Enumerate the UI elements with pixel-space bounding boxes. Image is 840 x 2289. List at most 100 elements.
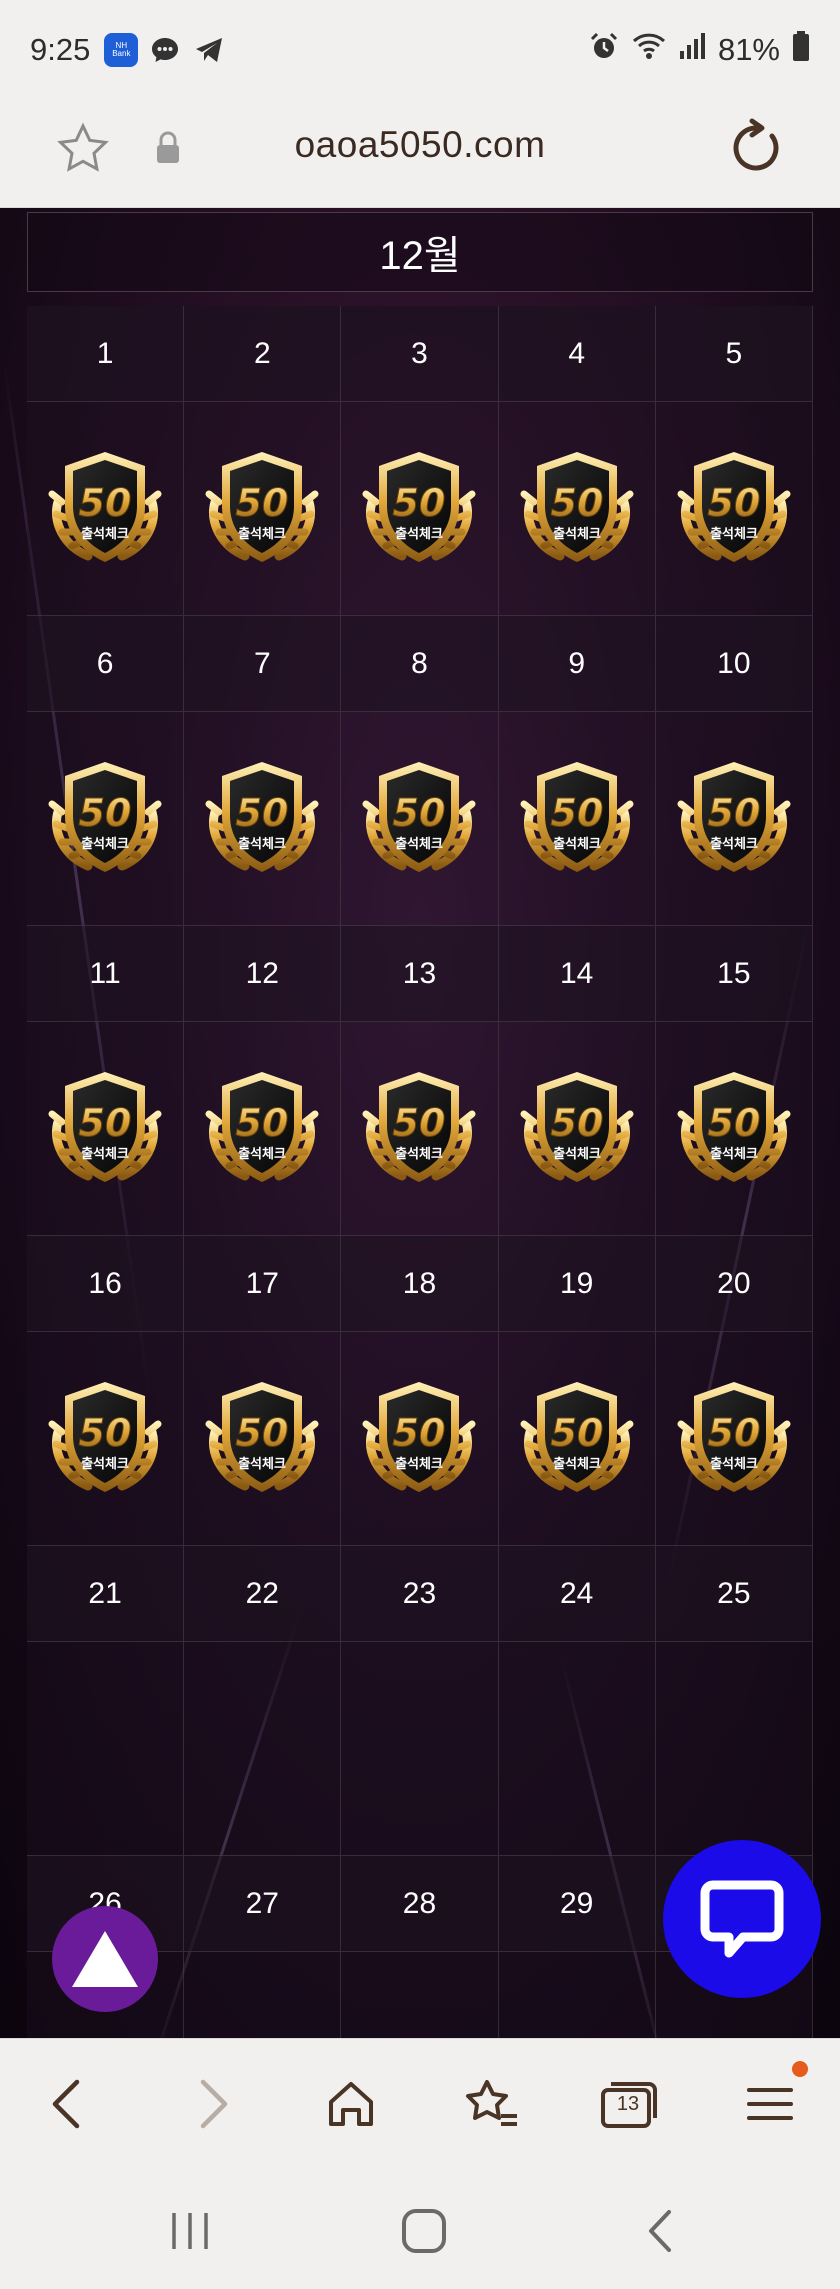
svg-text:50: 50: [236, 1411, 289, 1455]
calendar-day-header-row: 16 17 18 19 20: [27, 1236, 813, 1332]
svg-text:50: 50: [393, 1101, 446, 1145]
day-cell: 50 출석체크: [27, 1332, 185, 1546]
attendance-check-badge-icon: 50 출석체크: [669, 444, 799, 574]
browser-toolbar: 13: [0, 2038, 840, 2168]
svg-text:출석체크: 출석체크: [238, 526, 286, 542]
svg-text:출석체크: 출석체크: [396, 1146, 444, 1162]
day-number: 22: [184, 1546, 342, 1642]
day-cell: 50 출석체크: [184, 1332, 342, 1546]
attendance-check-badge-icon: 50 출석체크: [354, 444, 484, 574]
svg-text:출석체크: 출석체크: [553, 1146, 601, 1162]
day-cell: 50 출석체크: [655, 1332, 813, 1546]
svg-text:50: 50: [707, 1101, 760, 1145]
address-bar: oaoa5050.com: [0, 100, 840, 208]
day-cell: 50 출석체크: [341, 402, 499, 616]
svg-text:50: 50: [550, 1411, 603, 1455]
chat-icon: [700, 1880, 784, 1958]
battery-percent: 81%: [717, 32, 780, 67]
day-number: 9: [498, 616, 656, 712]
svg-text:50: 50: [236, 481, 289, 525]
svg-text:출석체크: 출석체크: [396, 836, 444, 852]
url-field[interactable]: oaoa5050.com: [0, 124, 840, 166]
attendance-calendar: 12345 50 출석체크 50 출석체크 50 출석체크 50 출석체크 50…: [27, 306, 813, 2038]
svg-text:출석체크: 출석체크: [81, 1146, 129, 1162]
day-cell: 50 출석체크: [27, 1022, 185, 1236]
signal-icon: [678, 31, 706, 69]
battery-icon: [792, 30, 810, 70]
svg-text:출석체크: 출석체크: [710, 836, 758, 852]
calendar-day-header-row: 21 22 23 24 25: [27, 1546, 813, 1642]
day-number: 5: [655, 306, 813, 402]
day-cell: 50 출석체크: [498, 402, 656, 616]
day-number: 19: [498, 1236, 656, 1332]
day-cell: 50 출석체크: [341, 1022, 499, 1236]
day-number: 20: [655, 1236, 813, 1332]
attendance-check-badge-icon: 50 출석체크: [40, 1064, 170, 1194]
svg-text:50: 50: [79, 1101, 132, 1145]
home-system-icon[interactable]: [394, 2206, 454, 2256]
day-number: 23: [341, 1546, 499, 1642]
svg-text:50: 50: [550, 481, 603, 525]
svg-text:출석체크: 출석체크: [81, 1456, 129, 1472]
day-number: 14: [498, 926, 656, 1022]
attendance-check-badge-icon: 50 출석체크: [197, 444, 327, 574]
bookmarks-icon[interactable]: [456, 2069, 526, 2139]
day-number: 1: [27, 306, 185, 402]
day-number: 18: [341, 1236, 499, 1332]
attendance-check-badge-icon: 50 출석체크: [512, 1064, 642, 1194]
svg-text:출석체크: 출석체크: [396, 1456, 444, 1472]
telegram-icon: [192, 33, 226, 67]
day-cell: 50 출석체크: [341, 1332, 499, 1546]
day-cell: [498, 1952, 656, 2038]
day-number: 6: [27, 616, 185, 712]
tabs-icon[interactable]: 13: [594, 2069, 664, 2139]
attendance-check-badge-icon: 50 출석체크: [512, 754, 642, 884]
system-navigation-bar: [0, 2168, 840, 2289]
notification-dot: [792, 2061, 808, 2077]
day-number: 17: [184, 1236, 342, 1332]
recent-apps-icon[interactable]: [160, 2206, 220, 2256]
attendance-check-badge-icon: 50 출석체크: [354, 754, 484, 884]
month-title: 12월: [27, 212, 813, 292]
day-cell: 50 출석체크: [27, 402, 185, 616]
attendance-check-badge-icon: 50 출석체크: [197, 1374, 327, 1504]
messenger-icon: [148, 33, 182, 67]
svg-text:출석체크: 출석체크: [81, 526, 129, 542]
status-right: 81%: [588, 30, 810, 70]
svg-text:출석체크: 출석체크: [710, 1456, 758, 1472]
calendar-day-body-row: [27, 1642, 813, 1856]
calendar-day-body-row: 50 출석체크 50 출석체크 50 출석체크 50 출석체크 50 출석체크: [27, 1332, 813, 1546]
nh-bank-app-icon: NH Bank: [104, 33, 139, 67]
day-cell: 50 출석체크: [184, 402, 342, 616]
day-number: 10: [655, 616, 813, 712]
reload-icon[interactable]: [726, 118, 786, 178]
chat-button[interactable]: [663, 1840, 821, 1998]
calendar-day-header-row: 12345: [27, 306, 813, 402]
back-icon[interactable]: [32, 2069, 102, 2139]
svg-text:출석체크: 출석체크: [238, 836, 286, 852]
calendar-day-body-row: 50 출석체크 50 출석체크 50 출석체크 50 출석체크 50 출석체크: [27, 712, 813, 926]
svg-text:50: 50: [393, 1411, 446, 1455]
status-time: 9:25: [30, 32, 91, 67]
back-system-icon[interactable]: [630, 2206, 690, 2256]
day-number: 28: [341, 1856, 499, 1952]
day-number: 2: [184, 306, 342, 402]
menu-icon[interactable]: [736, 2061, 808, 2139]
svg-text:50: 50: [236, 1101, 289, 1145]
day-cell: 50 출석체크: [655, 1022, 813, 1236]
forward-icon[interactable]: [178, 2069, 248, 2139]
day-number: 16: [27, 1236, 185, 1332]
day-cell: [341, 1952, 499, 2038]
day-cell: 50 출석체크: [498, 1022, 656, 1236]
calendar-day-body-row: 50 출석체크 50 출석체크 50 출석체크 50 출석체크 50 출석체크: [27, 402, 813, 616]
day-cell: 50 출석체크: [655, 712, 813, 926]
day-cell: 50 출석체크: [498, 1332, 656, 1546]
home-icon[interactable]: [316, 2069, 386, 2139]
wifi-icon: [632, 31, 666, 69]
day-number: 25: [655, 1546, 813, 1642]
svg-text:출석체크: 출석체크: [710, 1146, 758, 1162]
calendar-day-header-row: 11 12 13 14 15: [27, 926, 813, 1022]
day-cell: [184, 1952, 342, 2038]
scroll-top-button[interactable]: [52, 1906, 158, 2012]
day-cell: 50 출석체크: [184, 1022, 342, 1236]
